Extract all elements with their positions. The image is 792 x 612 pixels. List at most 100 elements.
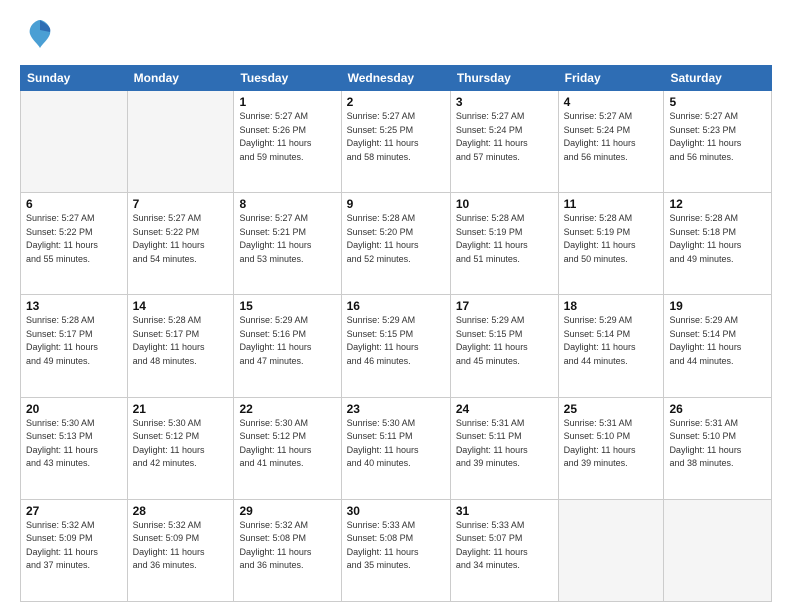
day-cell: 9Sunrise: 5:28 AM Sunset: 5:20 PM Daylig… (341, 193, 450, 295)
day-cell: 4Sunrise: 5:27 AM Sunset: 5:24 PM Daylig… (558, 91, 664, 193)
day-cell: 14Sunrise: 5:28 AM Sunset: 5:17 PM Dayli… (127, 295, 234, 397)
weekday-thursday: Thursday (450, 66, 558, 91)
day-number: 14 (133, 299, 229, 313)
week-row-2: 6 Sunrise: 5:27 AM Sunset: 5:22 PM Daylig… (21, 193, 772, 295)
day-number: 9 (347, 197, 445, 211)
header (20, 18, 772, 55)
day-number: 2 (347, 95, 445, 109)
weekday-tuesday: Tuesday (234, 66, 341, 91)
logo-bird-icon (26, 18, 54, 55)
day-info: Sunrise: 5:27 AM Sunset: 5:23 PM Dayligh… (669, 110, 766, 164)
day-cell: 7Sunrise: 5:27 AM Sunset: 5:22 PM Daylig… (127, 193, 234, 295)
day-cell: 6Sunrise: 5:27 AM Sunset: 5:22 PM Daylig… (21, 193, 128, 295)
day-cell: 11Sunrise: 5:28 AM Sunset: 5:19 PM Dayli… (558, 193, 664, 295)
calendar-page: SundayMondayTuesdayWednesdayThursdayFrid… (0, 0, 792, 612)
day-cell: 2Sunrise: 5:27 AM Sunset: 5:25 PM Daylig… (341, 91, 450, 193)
day-info: Sunrise: 5:33 AM Sunset: 5:08 PM Dayligh… (347, 519, 445, 573)
day-info: Sunrise: 5:31 AM Sunset: 5:11 PM Dayligh… (456, 417, 553, 471)
day-cell: 3Sunrise: 5:27 AM Sunset: 5:24 PM Daylig… (450, 91, 558, 193)
day-number: 28 (133, 504, 229, 518)
day-number: 16 (347, 299, 445, 313)
weekday-header-row: SundayMondayTuesdayWednesdayThursdayFrid… (21, 66, 772, 91)
day-number: 27 (26, 504, 122, 518)
day-info: Sunrise: 5:28 AM Sunset: 5:19 PM Dayligh… (456, 212, 553, 266)
day-cell: 12Sunrise: 5:28 AM Sunset: 5:18 PM Dayli… (664, 193, 772, 295)
day-cell: 13Sunrise: 5:28 AM Sunset: 5:17 PM Dayli… (21, 295, 128, 397)
day-number: 12 (669, 197, 766, 211)
day-number: 6 (26, 197, 122, 211)
day-cell: 16Sunrise: 5:29 AM Sunset: 5:15 PM Dayli… (341, 295, 450, 397)
day-cell: 20Sunrise: 5:30 AM Sunset: 5:13 PM Dayli… (21, 397, 128, 499)
day-info: Sunrise: 5:32 AM Sunset: 5:09 PM Dayligh… (133, 519, 229, 573)
day-number: 5 (669, 95, 766, 109)
day-info: Sunrise: 5:30 AM Sunset: 5:12 PM Dayligh… (133, 417, 229, 471)
day-cell: 15Sunrise: 5:29 AM Sunset: 5:16 PM Dayli… (234, 295, 341, 397)
day-cell: 1Sunrise: 5:27 AM Sunset: 5:26 PM Daylig… (234, 91, 341, 193)
day-cell: 18Sunrise: 5:29 AM Sunset: 5:14 PM Dayli… (558, 295, 664, 397)
day-info: Sunrise: 5:30 AM Sunset: 5:12 PM Dayligh… (239, 417, 335, 471)
day-info: Sunrise: 5:29 AM Sunset: 5:15 PM Dayligh… (347, 314, 445, 368)
day-info: Sunrise: 5:28 AM Sunset: 5:18 PM Dayligh… (669, 212, 766, 266)
weekday-sunday: Sunday (21, 66, 128, 91)
day-cell: 29Sunrise: 5:32 AM Sunset: 5:08 PM Dayli… (234, 499, 341, 601)
weekday-wednesday: Wednesday (341, 66, 450, 91)
day-info: Sunrise: 5:29 AM Sunset: 5:14 PM Dayligh… (669, 314, 766, 368)
day-number: 24 (456, 402, 553, 416)
day-cell: 8Sunrise: 5:27 AM Sunset: 5:21 PM Daylig… (234, 193, 341, 295)
day-number: 23 (347, 402, 445, 416)
day-info: Sunrise: 5:27 AM Sunset: 5:22 PM Dayligh… (133, 212, 229, 266)
day-info: Sunrise: 5:32 AM Sunset: 5:08 PM Dayligh… (239, 519, 335, 573)
day-cell (21, 91, 128, 193)
day-cell: 31Sunrise: 5:33 AM Sunset: 5:07 PM Dayli… (450, 499, 558, 601)
week-row-1: 1Sunrise: 5:27 AM Sunset: 5:26 PM Daylig… (21, 91, 772, 193)
day-cell: 27Sunrise: 5:32 AM Sunset: 5:09 PM Dayli… (21, 499, 128, 601)
day-number: 22 (239, 402, 335, 416)
day-cell: 24Sunrise: 5:31 AM Sunset: 5:11 PM Dayli… (450, 397, 558, 499)
weekday-monday: Monday (127, 66, 234, 91)
week-row-5: 27Sunrise: 5:32 AM Sunset: 5:09 PM Dayli… (21, 499, 772, 601)
day-info: Sunrise: 5:27 AM Sunset: 5:24 PM Dayligh… (456, 110, 553, 164)
day-cell (558, 499, 664, 601)
day-info: Sunrise: 5:28 AM Sunset: 5:20 PM Dayligh… (347, 212, 445, 266)
calendar-table: SundayMondayTuesdayWednesdayThursdayFrid… (20, 65, 772, 602)
weekday-saturday: Saturday (664, 66, 772, 91)
day-info: Sunrise: 5:29 AM Sunset: 5:14 PM Dayligh… (564, 314, 659, 368)
day-cell: 10Sunrise: 5:28 AM Sunset: 5:19 PM Dayli… (450, 193, 558, 295)
day-number: 26 (669, 402, 766, 416)
day-number: 21 (133, 402, 229, 416)
day-info: Sunrise: 5:27 AM Sunset: 5:24 PM Dayligh… (564, 110, 659, 164)
day-number: 1 (239, 95, 335, 109)
day-number: 19 (669, 299, 766, 313)
day-cell: 23Sunrise: 5:30 AM Sunset: 5:11 PM Dayli… (341, 397, 450, 499)
day-cell: 30Sunrise: 5:33 AM Sunset: 5:08 PM Dayli… (341, 499, 450, 601)
day-cell: 5Sunrise: 5:27 AM Sunset: 5:23 PM Daylig… (664, 91, 772, 193)
day-info: Sunrise: 5:27 AM Sunset: 5:25 PM Dayligh… (347, 110, 445, 164)
week-row-3: 13Sunrise: 5:28 AM Sunset: 5:17 PM Dayli… (21, 295, 772, 397)
logo (20, 18, 54, 55)
day-number: 11 (564, 197, 659, 211)
day-info: Sunrise: 5:30 AM Sunset: 5:11 PM Dayligh… (347, 417, 445, 471)
day-number: 4 (564, 95, 659, 109)
day-info: Sunrise: 5:28 AM Sunset: 5:17 PM Dayligh… (133, 314, 229, 368)
day-number: 15 (239, 299, 335, 313)
weekday-friday: Friday (558, 66, 664, 91)
day-info: Sunrise: 5:28 AM Sunset: 5:19 PM Dayligh… (564, 212, 659, 266)
day-info: Sunrise: 5:33 AM Sunset: 5:07 PM Dayligh… (456, 519, 553, 573)
day-number: 30 (347, 504, 445, 518)
day-cell: 19Sunrise: 5:29 AM Sunset: 5:14 PM Dayli… (664, 295, 772, 397)
day-info: Sunrise: 5:32 AM Sunset: 5:09 PM Dayligh… (26, 519, 122, 573)
day-number: 13 (26, 299, 122, 313)
day-number: 17 (456, 299, 553, 313)
day-info: Sunrise: 5:27 AM Sunset: 5:26 PM Dayligh… (239, 110, 335, 164)
day-number: 31 (456, 504, 553, 518)
day-number: 29 (239, 504, 335, 518)
day-cell: 17Sunrise: 5:29 AM Sunset: 5:15 PM Dayli… (450, 295, 558, 397)
day-cell: 21Sunrise: 5:30 AM Sunset: 5:12 PM Dayli… (127, 397, 234, 499)
day-number: 25 (564, 402, 659, 416)
day-info: Sunrise: 5:28 AM Sunset: 5:17 PM Dayligh… (26, 314, 122, 368)
day-info: Sunrise: 5:31 AM Sunset: 5:10 PM Dayligh… (669, 417, 766, 471)
day-info: Sunrise: 5:29 AM Sunset: 5:16 PM Dayligh… (239, 314, 335, 368)
day-cell (664, 499, 772, 601)
day-number: 10 (456, 197, 553, 211)
day-number: 8 (239, 197, 335, 211)
